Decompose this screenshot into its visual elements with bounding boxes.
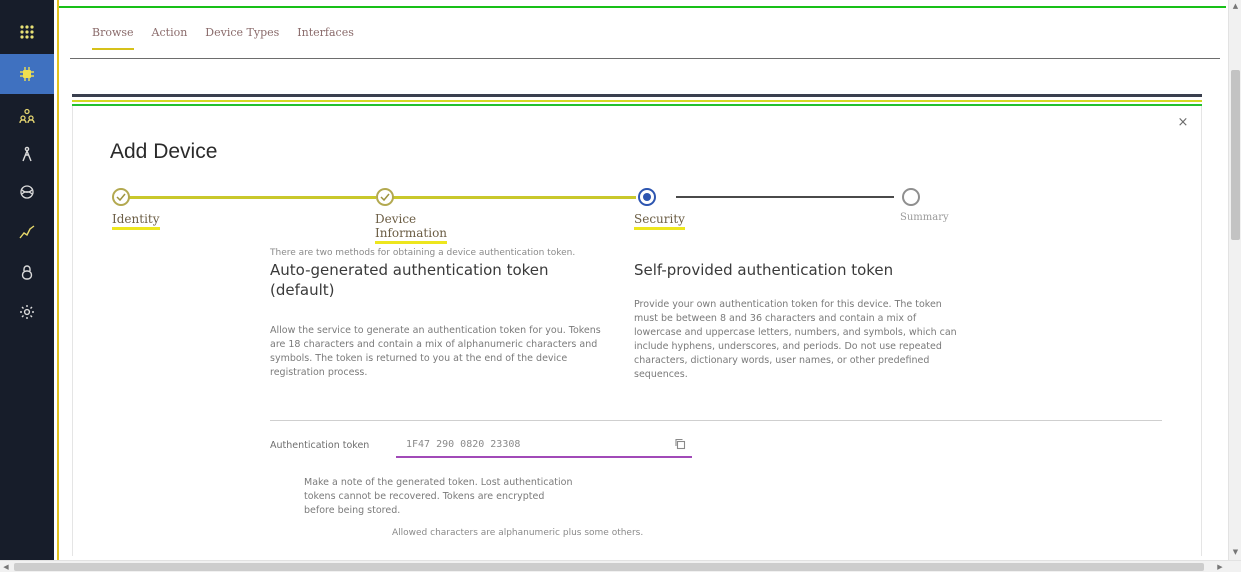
option-self-title: Self-provided authentication token (634, 261, 894, 279)
progress-segment-3 (676, 196, 894, 198)
scroll-down-icon[interactable]: ▼ (1230, 546, 1241, 558)
security-intro-text: There are two methods for obtaining a de… (270, 248, 576, 258)
dialog-header-band (72, 94, 1202, 106)
option-self-description: Provide your own authentication token fo… (634, 299, 957, 380)
app-switcher-icon (19, 24, 35, 40)
authentication-token-label: Authentication token (270, 440, 370, 451)
nav-rules[interactable] (0, 134, 54, 174)
tab-browse[interactable]: Browse (92, 26, 134, 50)
authentication-token-input[interactable]: 1F47 290 0820 23308 (396, 432, 692, 458)
step-identity-label[interactable]: Identity (112, 212, 160, 230)
tab-device-types[interactable]: Device Types (205, 26, 279, 50)
step-summary-label[interactable]: Summary (900, 212, 949, 223)
usage-icon (19, 224, 35, 240)
progress-segment-2 (392, 196, 636, 199)
progress-segment-1 (128, 196, 376, 199)
option-self-provided-token[interactable]: Self-provided authentication token Provi… (634, 260, 964, 382)
copy-icon[interactable] (672, 436, 688, 452)
vertical-scrollbar[interactable]: ▲ ▼ (1228, 0, 1241, 560)
close-icon[interactable]: × (1174, 113, 1192, 131)
token-hint-text: Make a note of the generated token. Lost… (304, 477, 573, 516)
tab-action[interactable]: Action (152, 26, 188, 50)
option-auto-description: Allow the service to generate an authent… (270, 325, 601, 378)
scroll-up-icon[interactable]: ▲ (1230, 0, 1241, 12)
tab-bar: Browse Action Device Types Interfaces (92, 26, 354, 50)
app-switcher-button[interactable] (0, 12, 54, 52)
nav-usage[interactable] (0, 212, 54, 252)
frame-edge (57, 0, 59, 560)
section-divider (270, 420, 1162, 421)
header-bar (59, 6, 1226, 16)
extensions-icon (19, 184, 35, 200)
nav-extensions[interactable] (0, 172, 54, 212)
nav-rail (0, 0, 54, 560)
vertical-scroll-thumb[interactable] (1231, 70, 1240, 240)
dialog-title: Add Device (110, 140, 218, 163)
settings-icon (19, 304, 35, 320)
token-value: 1F47 290 0820 23308 (406, 438, 521, 450)
rules-icon (19, 146, 35, 162)
tab-interfaces[interactable]: Interfaces (297, 26, 354, 50)
nav-security[interactable] (0, 252, 54, 292)
option-auto-title: Auto-generated authentication token (def… (270, 261, 549, 299)
members-icon (19, 108, 35, 124)
step-device-info-label[interactable]: Device Information (375, 212, 447, 244)
scroll-right-icon[interactable]: ▶ (1214, 561, 1226, 573)
nav-members[interactable] (0, 96, 54, 136)
devices-icon (19, 66, 35, 82)
checkmark-icon (116, 193, 126, 202)
scroll-left-icon[interactable]: ◀ (0, 561, 12, 573)
step-device-info-node[interactable] (376, 188, 394, 206)
step-identity-node[interactable] (112, 188, 130, 206)
tabs-divider (70, 58, 1220, 59)
nav-settings[interactable] (0, 292, 54, 332)
security-icon (19, 264, 35, 280)
horizontal-scroll-thumb[interactable] (14, 563, 1204, 571)
nav-devices[interactable] (0, 54, 54, 94)
step-security-label[interactable]: Security (634, 212, 685, 230)
horizontal-scrollbar[interactable]: ◀ ▶ (0, 560, 1241, 572)
checkmark-icon (380, 193, 390, 202)
allowed-characters-text: Allowed characters are alphanumeric plus… (392, 528, 644, 538)
option-auto-generated-token[interactable]: Auto-generated authentication token (def… (270, 260, 610, 380)
step-security-node[interactable] (638, 188, 656, 206)
step-summary-node[interactable] (902, 188, 920, 206)
